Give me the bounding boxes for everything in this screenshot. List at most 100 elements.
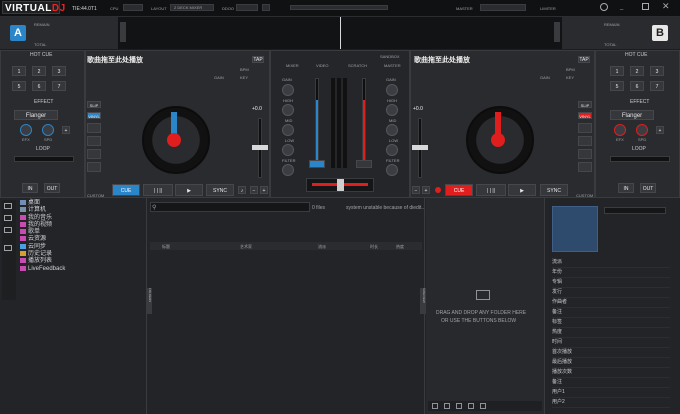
mixer-b-gain-knob[interactable] (386, 84, 398, 96)
deck-b-pad-3[interactable] (578, 149, 592, 159)
deck-b-cue-button[interactable]: CUE (445, 184, 473, 196)
deck-a-hotcue-3[interactable]: 3 (52, 66, 66, 76)
browser-divider-right[interactable] (544, 198, 545, 414)
col-length[interactable]: 时长 (370, 244, 378, 250)
col-genre[interactable]: 流派 (318, 244, 326, 250)
deck-a-sync-button[interactable]: SYNC (206, 184, 234, 196)
deck-a-out-button[interactable]: OUT (44, 183, 60, 193)
deck-a-in-button[interactable]: IN (22, 183, 38, 193)
deck-a-pitch-down[interactable]: − (250, 186, 258, 194)
deck-b-spd-knob[interactable] (636, 124, 648, 136)
deck-a-hotcue-5[interactable]: 5 (12, 81, 26, 91)
deck-b-pause-button[interactable]: | | || (476, 184, 506, 196)
deck-a-pad-3[interactable] (87, 149, 101, 159)
deck-a-effect-add[interactable]: + (62, 126, 70, 134)
tree-item[interactable]: LiveFeedback (20, 265, 146, 273)
sideview-btn-1-icon[interactable] (432, 403, 438, 409)
col-artist[interactable]: 艺术家 (240, 244, 252, 250)
deck-b-pitch-up[interactable]: + (422, 186, 430, 194)
mixer-b-low-knob[interactable] (386, 144, 398, 156)
deck-b-pad-4[interactable] (578, 162, 592, 172)
deck-a-spd-knob[interactable] (42, 124, 54, 136)
mixer-b-pfl-button[interactable] (356, 160, 372, 168)
deck-b-hotcue-3[interactable]: 3 (650, 66, 664, 76)
mode-toggle[interactable] (236, 4, 258, 11)
mixer-b-high-knob[interactable] (386, 104, 398, 116)
deck-a-loop-slider[interactable] (14, 156, 74, 162)
sideview-btn-2-icon[interactable] (444, 403, 450, 409)
deck-a-pause-button[interactable]: | | || (143, 184, 173, 196)
deck-b-hotcue-5[interactable]: 5 (610, 81, 624, 91)
deck-b-effect-select[interactable]: Flanger (610, 110, 654, 120)
deck-b-play-button[interactable]: ▶ (508, 184, 536, 196)
tab-scratch[interactable]: SCRATCH (348, 63, 367, 68)
sampler-icon[interactable] (4, 245, 12, 251)
deck-b-slip-button[interactable]: SLIP (578, 101, 592, 108)
deck-b-keylock-icon[interactable] (435, 187, 441, 193)
tab-video[interactable]: VIDEO (316, 63, 328, 68)
deck-b-hotcue-6[interactable]: 6 (630, 81, 644, 91)
deck-a-keylock-icon[interactable]: ♪ (238, 186, 246, 194)
deck-b-vinyl-button[interactable]: VINYL (578, 112, 592, 119)
tree-item[interactable]: 云资源 (20, 236, 146, 243)
crossfader-top-bar[interactable] (290, 5, 388, 10)
crossfader-handle[interactable] (337, 179, 344, 191)
deck-b-hotcue-1[interactable]: 1 (610, 66, 624, 76)
info-scroll[interactable] (604, 207, 666, 214)
deck-a-hotcue-7[interactable]: 7 (52, 81, 66, 91)
search-db-icon[interactable] (4, 215, 12, 221)
tree-item[interactable]: 我的音乐 (20, 214, 146, 222)
deck-a-hotcue-2[interactable]: 2 (32, 66, 46, 76)
deck-b-out-button[interactable]: OUT (640, 183, 656, 193)
tree-item[interactable]: 计算机 (20, 207, 146, 214)
deck-a-pad-1[interactable] (87, 123, 101, 133)
deck-a-cue-button[interactable]: CUE (112, 184, 140, 196)
deck-a-effect-select[interactable]: Flanger (14, 110, 58, 120)
maximize-icon[interactable] (642, 3, 649, 10)
folder-icon[interactable] (4, 203, 12, 209)
deck-b-pitch-handle[interactable] (412, 145, 428, 150)
deck-a-vinyl-button[interactable]: VINYL (87, 112, 101, 119)
deck-b-pad-2[interactable] (578, 136, 592, 146)
deck-b-loop-slider[interactable] (610, 156, 670, 162)
deck-a-efx-knob[interactable] (20, 124, 32, 136)
deck-a-wave-scrollbar[interactable] (120, 22, 126, 42)
deck-b-in-button[interactable]: IN (618, 183, 634, 193)
deck-b-sync-button[interactable]: SYNC (540, 184, 568, 196)
settings-icon[interactable] (600, 3, 608, 11)
tree-item[interactable]: 播放列表 (20, 258, 146, 265)
deck-a-play-button[interactable]: ▶ (175, 184, 203, 196)
mixer-a-mid-knob[interactable] (282, 124, 294, 136)
deck-b-pitch-down[interactable]: − (412, 186, 420, 194)
deck-a-pad-4[interactable] (87, 162, 101, 172)
deck-b-tap-button[interactable]: TAP (578, 56, 590, 63)
folders-toggle[interactable]: FOLDERS (146, 288, 152, 314)
search-input[interactable] (150, 202, 310, 212)
deck-a-pad-2[interactable] (87, 136, 101, 146)
deck-a-pitch-handle[interactable] (252, 145, 268, 150)
mixer-a-gain-knob[interactable] (282, 84, 294, 96)
sideview-btn-5-icon[interactable] (480, 403, 486, 409)
mixer-b-mid-knob[interactable] (386, 124, 398, 136)
col-popularity[interactable]: 热度 (396, 244, 404, 250)
sideview-btn-4-icon[interactable] (468, 403, 474, 409)
mixer-a-high-knob[interactable] (282, 104, 294, 116)
deck-b-wave-scrollbar[interactable] (554, 22, 560, 42)
tree-item[interactable]: 云同步 (20, 243, 146, 251)
col-title[interactable]: 标题 (162, 244, 170, 250)
add-folder-icon[interactable] (476, 290, 490, 300)
record-button[interactable] (262, 4, 270, 11)
master-volume-slider[interactable] (480, 4, 526, 11)
layout-select[interactable]: 2 DECK MIXER (170, 4, 214, 11)
deck-b-hotcue-2[interactable]: 2 (630, 66, 644, 76)
deck-a-pitch-up[interactable]: + (260, 186, 268, 194)
deck-a-hotcue-6[interactable]: 6 (32, 81, 46, 91)
minimize-icon[interactable]: _ (620, 4, 623, 10)
close-icon[interactable]: ✕ (662, 1, 670, 12)
mixer-a-pfl-button[interactable] (309, 160, 325, 168)
deck-a-tap-button[interactable]: TAP (252, 56, 264, 63)
deck-a-slip-button[interactable]: SLIP (87, 101, 101, 108)
sideview-btn-3-icon[interactable] (456, 403, 462, 409)
deck-b-hotcue-7[interactable]: 7 (650, 81, 664, 91)
deck-b-effect-add[interactable]: + (656, 126, 664, 134)
